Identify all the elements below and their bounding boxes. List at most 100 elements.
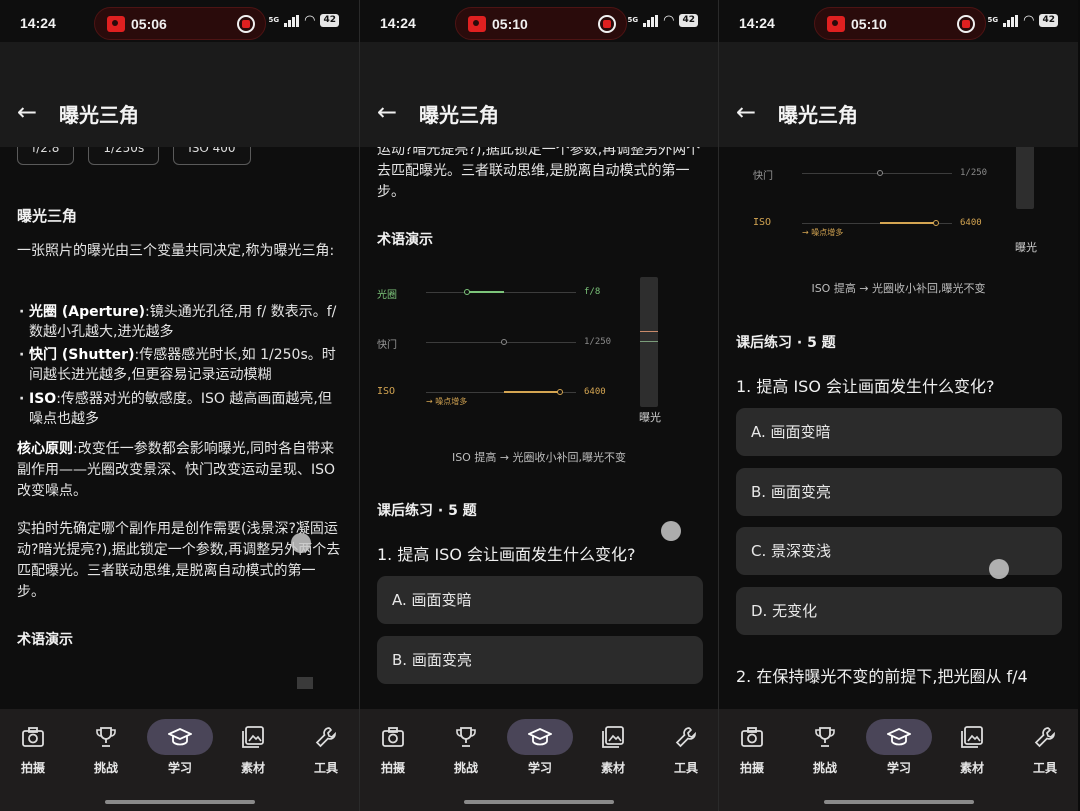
demo-caption: ISO 提高 → 光圈收小补回,曝光不变 <box>811 282 986 295</box>
nav-item-shoot[interactable]: 拍摄 <box>363 719 423 776</box>
core-term: 核心原则 <box>17 441 73 457</box>
wifi-icon: ◠ <box>1023 12 1035 28</box>
screen-recording-pill[interactable]: 05:06 <box>94 7 266 40</box>
exposure-meter <box>640 277 658 407</box>
nav-item-challenge[interactable]: 挑战 <box>795 719 855 776</box>
stop-recording-icon[interactable] <box>598 15 616 33</box>
quiz-heading: 课后练习 · 5 题 <box>377 503 477 519</box>
quiz-option-b[interactable]: B. 画面变亮 <box>377 636 703 684</box>
demo-row-iso-value: 6400 <box>960 218 982 228</box>
nav-item-learn[interactable]: 学习 <box>866 719 932 776</box>
screen-recording-pill[interactable]: 05:10 <box>814 7 986 40</box>
nav-item-tools[interactable]: 工具 <box>656 719 716 776</box>
param-chips: f/2.8 1/250s ISO 400 <box>17 147 251 165</box>
lesson-content[interactable]: f/2.8 1/250s ISO 400 曝光三角 一张照片的曝光由三个变量共同… <box>0 147 359 709</box>
camera-icon <box>363 719 423 755</box>
iso-fill <box>880 222 935 224</box>
phone-screen-2: 14:24 05:10 5G ◠ 42 ← 曝光三角 运动?暗光提亮?),据此锁… <box>359 0 719 811</box>
back-arrow-icon[interactable]: ← <box>17 100 37 124</box>
signal-icon <box>643 14 659 27</box>
lesson-content[interactable]: 快门 1/250 ISO 6400 → 噪点增多 曝光 ISO 提高 → 光圈收… <box>719 147 1078 709</box>
demo-row-shutter-label: 快门 <box>753 171 773 182</box>
exposure-meter-label: 曝光 <box>1015 241 1037 254</box>
back-arrow-icon[interactable]: ← <box>736 100 756 124</box>
quiz-heading: 课后练习 · 5 题 <box>736 335 836 351</box>
battery-icon: 42 <box>320 14 339 27</box>
iso-fill <box>504 391 559 393</box>
recording-time: 05:06 <box>131 16 167 32</box>
gallery-icon <box>583 719 643 755</box>
wifi-icon: ◠ <box>304 12 316 28</box>
clock: 14:24 <box>739 15 775 31</box>
screen-recording-pill[interactable]: 05:10 <box>455 7 627 40</box>
home-indicator[interactable] <box>464 800 614 804</box>
exposure-meter <box>1016 147 1034 209</box>
nav-item-tools[interactable]: 工具 <box>1015 719 1075 776</box>
network-type: 5G <box>627 16 639 24</box>
status-bar: 14:24 05:10 5G ◠ 42 <box>719 0 1078 42</box>
exposure-meter-label: 曝光 <box>639 411 661 424</box>
nav-label: 素材 <box>959 761 984 775</box>
demo-heading: 术语演示 <box>377 232 433 248</box>
quiz-option-b[interactable]: B. 画面变亮 <box>736 468 1062 516</box>
nav-item-material[interactable]: 素材 <box>583 719 643 776</box>
system-icons: 5G ◠ 42 <box>987 12 1058 28</box>
iso-noise-note: → 噪点增多 <box>426 397 468 406</box>
touch-indicator <box>989 559 1009 579</box>
bullet-aperture: 光圈 (Aperture):镜头通光孔径,用 f/ 数表示。f/ 数越小孔越大,… <box>19 302 343 342</box>
demo-heading: 术语演示 <box>17 632 73 648</box>
wrench-icon <box>656 719 716 755</box>
nav-item-shoot[interactable]: 拍摄 <box>3 719 63 776</box>
nav-label: 学习 <box>167 761 192 775</box>
app-header: ← 曝光三角 <box>360 42 718 147</box>
demo-row-aperture-value: f/8 <box>584 287 601 297</box>
nav-item-material[interactable]: 素材 <box>942 719 1002 776</box>
quiz-option-a[interactable]: A. 画面变暗 <box>377 576 703 624</box>
stop-recording-icon[interactable] <box>237 15 255 33</box>
demo-row-aperture-label: 光圈 <box>377 290 397 301</box>
back-arrow-icon[interactable]: ← <box>377 100 397 124</box>
quiz-question-2: 2. 在保持曝光不变的前提下,把光圈从 f/4 <box>736 667 1028 686</box>
nav-item-tools[interactable]: 工具 <box>296 719 356 776</box>
iso-knob <box>933 220 939 226</box>
nav-label: 工具 <box>313 761 338 775</box>
quiz-question-1: 1. 提高 ISO 会让画面发生什么变化? <box>377 545 636 564</box>
bullet-term: 光圈 (Aperture) <box>29 304 145 320</box>
nav-item-challenge[interactable]: 挑战 <box>76 719 136 776</box>
nav-item-material[interactable]: 素材 <box>223 719 283 776</box>
home-indicator[interactable] <box>823 800 974 804</box>
nav-label: 拍摄 <box>20 761 45 775</box>
nav-label: 素材 <box>240 761 265 775</box>
practice-tip-tail: 运动?暗光提亮?),据此锁定一个参数,再调整另外两个去匹配曝光。三者联动思维,是… <box>377 147 701 200</box>
nav-label: 工具 <box>1032 761 1057 775</box>
graduation-cap-icon <box>147 719 213 755</box>
shutter-knob <box>501 339 507 345</box>
lesson-content[interactable]: 运动?暗光提亮?),据此锁定一个参数,再调整另外两个去匹配曝光。三者联动思维,是… <box>360 147 718 709</box>
quiz-option-a[interactable]: A. 画面变暗 <box>736 408 1062 456</box>
trophy-icon <box>436 719 496 755</box>
wrench-icon <box>1015 719 1075 755</box>
record-camera-icon <box>468 16 486 32</box>
lesson-heading: 曝光三角 <box>17 207 78 225</box>
home-indicator[interactable] <box>104 800 255 804</box>
nav-item-shoot[interactable]: 拍摄 <box>722 719 782 776</box>
status-bar: 14:24 05:10 5G ◠ 42 <box>360 0 718 42</box>
meter-top-edge <box>297 677 313 689</box>
quiz-option-c[interactable]: C. 景深变浅 <box>736 527 1062 575</box>
stop-recording-icon[interactable] <box>957 15 975 33</box>
graduation-cap-icon <box>866 719 932 755</box>
nav-item-challenge[interactable]: 挑战 <box>436 719 496 776</box>
quiz-option-d[interactable]: D. 无变化 <box>736 587 1062 635</box>
record-camera-icon <box>827 16 845 32</box>
nav-label: 工具 <box>673 761 698 775</box>
camera-icon <box>722 719 782 755</box>
demo-row-shutter-value: 1/250 <box>584 337 612 347</box>
iso-knob <box>557 389 563 395</box>
network-type: 5G <box>987 16 999 24</box>
nav-label: 拍摄 <box>739 761 764 775</box>
record-camera-icon <box>107 16 125 32</box>
nav-item-learn[interactable]: 学习 <box>507 719 573 776</box>
touch-indicator <box>291 533 311 553</box>
touch-indicator <box>661 521 681 541</box>
nav-item-learn[interactable]: 学习 <box>147 719 213 776</box>
